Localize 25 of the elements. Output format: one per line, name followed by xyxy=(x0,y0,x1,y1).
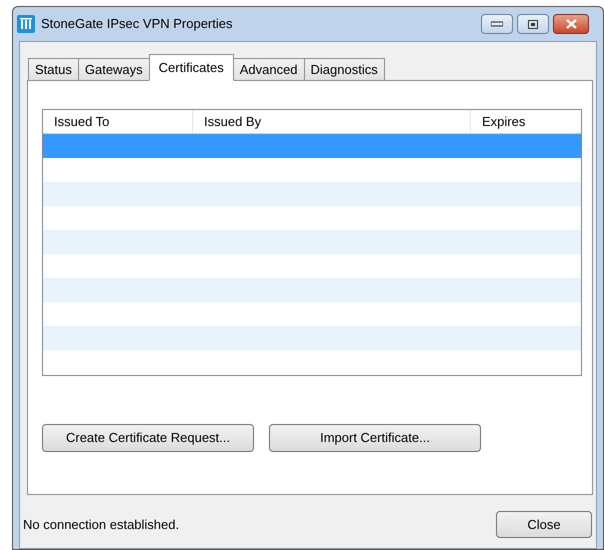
window-title: StoneGate IPsec VPN Properties xyxy=(41,15,232,34)
tab[interactable]: Certificates xyxy=(148,54,234,81)
status-text: No connection established. xyxy=(23,516,180,534)
table-row[interactable] xyxy=(43,326,581,350)
close-icon xyxy=(566,19,576,29)
selected-row[interactable] xyxy=(43,134,581,158)
maximize-button[interactable] xyxy=(517,14,549,34)
minimize-icon xyxy=(491,21,503,27)
tab[interactable]: Gateways xyxy=(78,58,150,81)
column-header[interactable]: Expires xyxy=(482,112,526,132)
column-header[interactable]: Issued By xyxy=(204,112,262,132)
action-button[interactable]: Import Certificate... xyxy=(269,424,481,452)
app-icon xyxy=(17,15,35,33)
tab[interactable]: Diagnostics xyxy=(304,58,385,81)
maximize-icon xyxy=(528,20,538,28)
table-row[interactable] xyxy=(43,182,581,206)
table-row[interactable] xyxy=(43,230,581,254)
tab[interactable]: Status xyxy=(28,58,79,81)
minimize-button[interactable] xyxy=(481,14,513,34)
table-row[interactable] xyxy=(43,278,581,302)
column-header[interactable]: Issued To xyxy=(54,112,110,132)
action-button[interactable]: Create Certificate Request... xyxy=(42,424,254,452)
tab[interactable]: Advanced xyxy=(232,58,305,81)
close-button[interactable] xyxy=(553,14,589,34)
close-dialog-button[interactable]: Close xyxy=(496,511,592,538)
